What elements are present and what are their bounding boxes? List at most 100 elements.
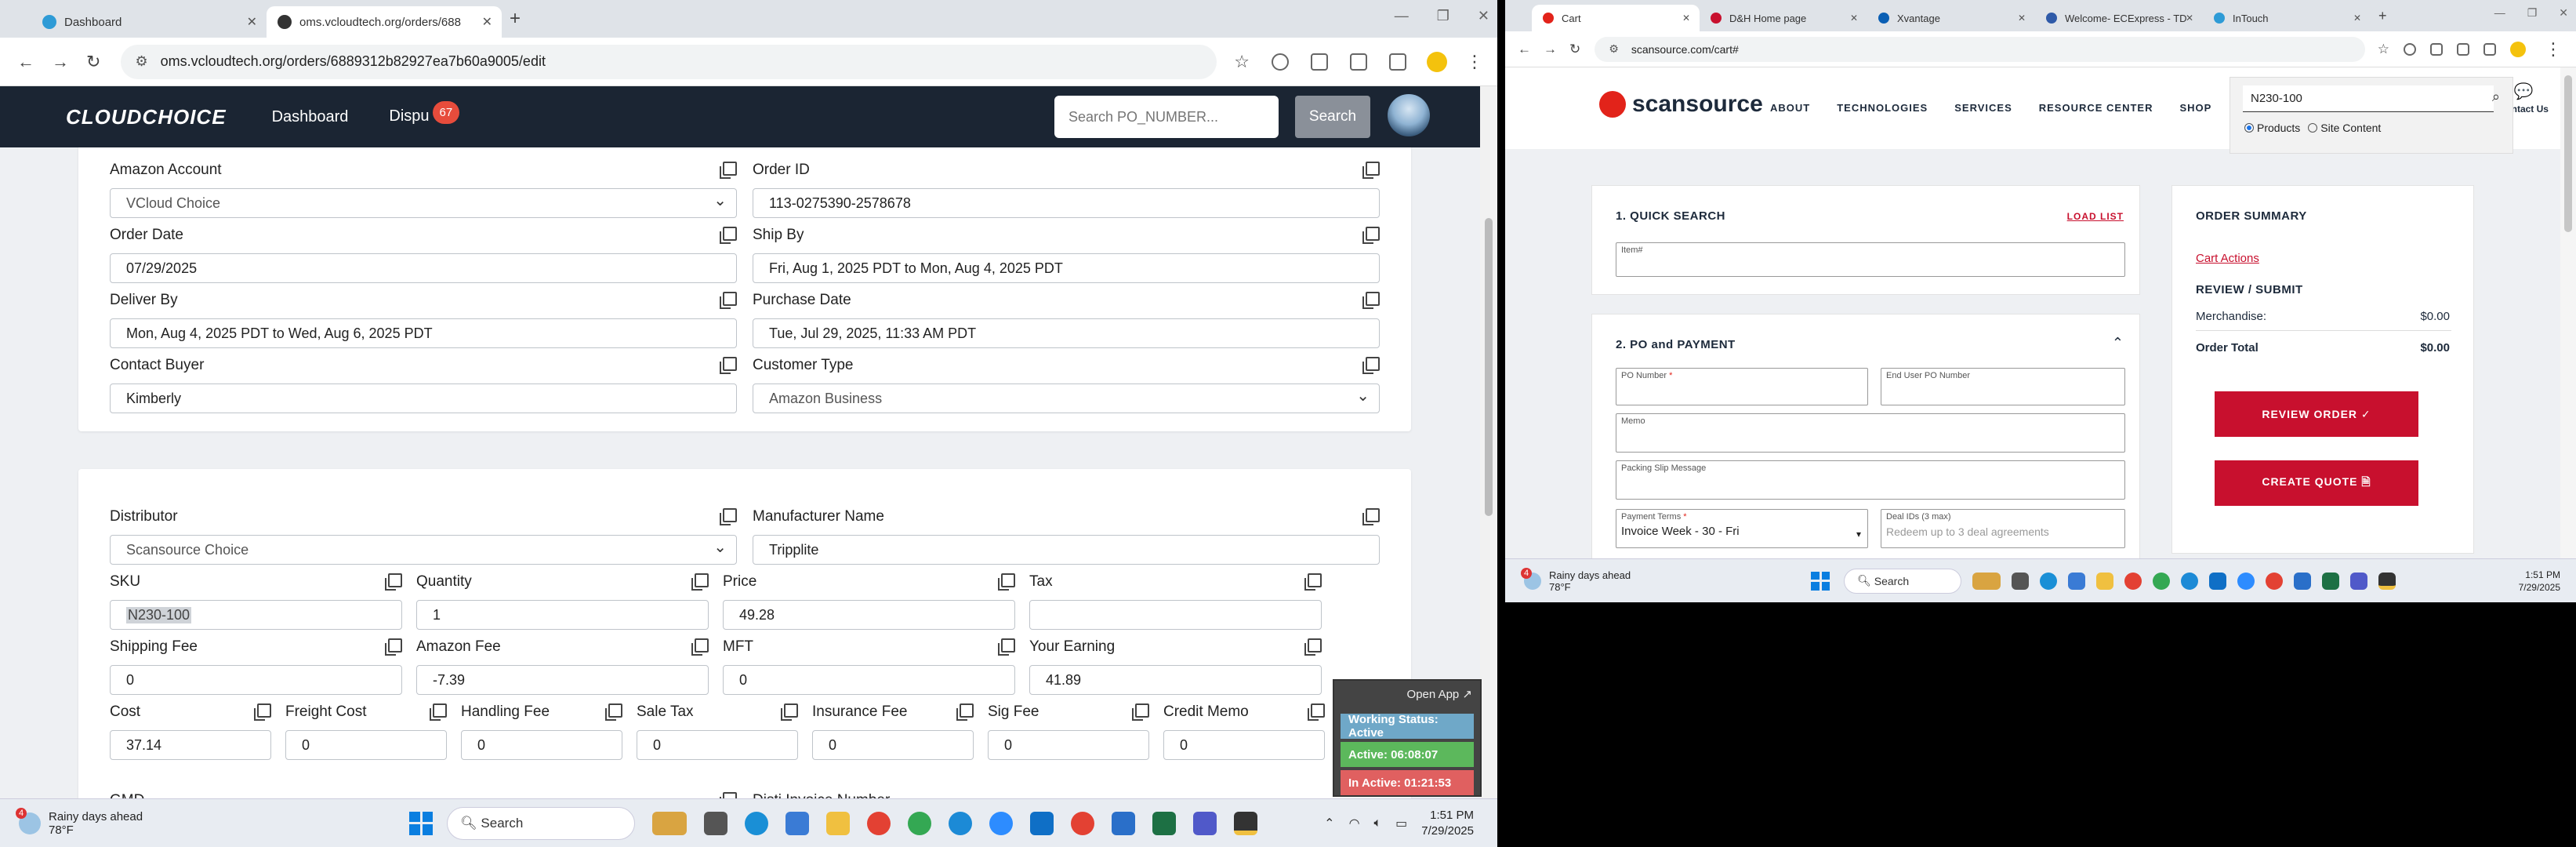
customer-type-select[interactable]: Amazon Business — [753, 384, 1380, 413]
scrollbar-thumb[interactable] — [2564, 75, 2572, 232]
chrome-alt-icon[interactable] — [1071, 811, 1095, 835]
copy-icon[interactable] — [1362, 162, 1380, 179]
amazon-account-select[interactable]: VCloud Choice — [110, 188, 737, 218]
tab-cart[interactable]: Cart ✕ — [1532, 5, 1700, 31]
chevron-up-icon[interactable]: ⌃ — [1324, 816, 1334, 831]
radio-products[interactable]: Products — [2244, 122, 2300, 134]
forward-icon[interactable]: → — [52, 52, 69, 72]
copy-icon[interactable] — [998, 638, 1015, 656]
close-tab-icon[interactable]: ✕ — [1682, 13, 1690, 24]
ship-by-input[interactable]: Fri, Aug 1, 2025 PDT to Mon, Aug 4, 2025… — [753, 253, 1380, 283]
widget-tiger-icon[interactable] — [652, 811, 688, 835]
tab-welcome-ecexpress-td-s[interactable]: Welcome- ECExpress - TD S ✕ — [2035, 5, 2203, 31]
weather-widget[interactable]: 4 Rainy days ahead 78°F — [1521, 567, 1631, 593]
sticky-notes-icon[interactable] — [1234, 811, 1258, 835]
your-earning-input[interactable]: 41.89 — [1029, 665, 1322, 695]
nav-dashboard[interactable]: Dashboard — [272, 108, 349, 126]
price-input[interactable]: 49.28 — [723, 600, 1015, 630]
teams-chat-icon[interactable] — [2040, 572, 2058, 590]
create-quote-button[interactable]: CREATE QUOTE 🗎 — [2215, 460, 2418, 506]
deliver-by-input[interactable]: Mon, Aug 4, 2025 PDT to Wed, Aug 6, 2025… — [110, 318, 737, 348]
freight-cost-input[interactable]: 0 — [285, 730, 447, 760]
outlook-icon[interactable] — [1030, 811, 1054, 835]
insurance-fee-input[interactable]: 0 — [812, 730, 974, 760]
tab-intouch[interactable]: InTouch ✕ — [2203, 5, 2371, 31]
item-number-input[interactable]: Item# — [1616, 242, 2125, 277]
volume-icon[interactable]: 🔈︎ — [1374, 816, 1382, 831]
excel-icon[interactable] — [2322, 572, 2340, 590]
cart-actions-link[interactable]: Cart Actions — [2196, 252, 2259, 265]
menu-kebab-icon[interactable]: ⋮ — [1466, 52, 1483, 72]
clock[interactable]: 1:51 PM 7/29/2025 — [2519, 569, 2560, 594]
chrome-profile-icon[interactable] — [908, 811, 932, 835]
copy-icon[interactable] — [720, 292, 737, 309]
po-number-input[interactable]: PO Number * — [1616, 368, 1868, 405]
nav-about[interactable]: ABOUT — [1770, 102, 1810, 114]
reload-icon[interactable]: ↻ — [86, 52, 100, 72]
profile-avatar-icon[interactable] — [1427, 51, 1447, 72]
copy-icon[interactable] — [720, 357, 737, 374]
forward-icon[interactable]: → — [1544, 42, 1557, 57]
end-user-po-input[interactable]: End User PO Number — [1881, 368, 2125, 405]
wifi-icon[interactable]: ◠ — [1349, 816, 1360, 831]
nav-services[interactable]: SERVICES — [1954, 102, 2012, 114]
close-tab-icon[interactable]: ✕ — [2018, 13, 2026, 24]
reload-icon[interactable]: ↻ — [1569, 42, 1580, 57]
sku-input[interactable]: N230-100 — [110, 600, 402, 630]
copy-icon[interactable] — [720, 792, 737, 798]
tab-xvantage[interactable]: Xvantage ✕ — [1867, 5, 2035, 31]
taskbar-search[interactable]: 🔍︎ Search — [1844, 568, 1962, 594]
close-tab-icon[interactable]: ✕ — [482, 14, 492, 30]
back-icon[interactable]: ← — [1518, 42, 1531, 57]
taskbar-search[interactable]: 🔍︎ Search — [447, 806, 636, 840]
packing-slip-textarea[interactable]: Packing Slip Message — [1616, 460, 2125, 500]
bookmark-star-icon[interactable]: ☆ — [1234, 52, 1250, 72]
handling-fee-input[interactable]: 0 — [461, 730, 622, 760]
sticky-notes-icon[interactable] — [2378, 572, 2396, 590]
chrome-icon[interactable] — [2124, 572, 2142, 590]
copy-icon[interactable] — [254, 703, 271, 721]
file-explorer-icon[interactable] — [826, 811, 851, 835]
close-tab-icon[interactable]: ✕ — [2353, 13, 2361, 24]
edge-icon[interactable] — [949, 811, 973, 835]
copy-icon[interactable] — [781, 703, 798, 721]
open-app-link[interactable]: Open App ↗ — [1334, 681, 1480, 711]
maximize-icon[interactable]: ❐ — [2527, 6, 2538, 20]
copy-icon[interactable] — [956, 703, 974, 721]
widget-tiger-icon[interactable] — [1972, 572, 2001, 590]
copy-icon[interactable] — [720, 227, 737, 244]
search-icon[interactable]: ⌕ — [2492, 89, 2500, 105]
calculator-icon[interactable] — [2068, 572, 2086, 590]
tab-dashboard[interactable]: Dashboard ✕ — [31, 6, 267, 38]
reading-mode-icon[interactable] — [1311, 53, 1328, 71]
order-id-input[interactable]: 113-0275390-2578678 — [753, 188, 1380, 218]
tab-order-edit[interactable]: oms.vcloudtech.org/orders/688 ✕ — [267, 6, 502, 38]
sig-fee-input[interactable]: 0 — [988, 730, 1149, 760]
sale-tax-input[interactable]: 0 — [637, 730, 798, 760]
new-tab-icon[interactable]: + — [2378, 8, 2387, 24]
new-tab-icon[interactable]: + — [510, 8, 521, 30]
copy-icon[interactable] — [1132, 703, 1149, 721]
zoom-icon[interactable] — [2237, 572, 2255, 590]
battery-icon[interactable]: ▭ — [1395, 816, 1407, 831]
teams-icon[interactable] — [2350, 572, 2368, 590]
tax-input[interactable] — [1029, 600, 1322, 630]
payment-terms-select[interactable]: Payment Terms * Invoice Week - 30 - Fri ▾ — [1616, 509, 1868, 548]
chrome-profile-icon[interactable] — [2153, 572, 2171, 590]
copy-icon[interactable] — [720, 508, 737, 525]
copy-icon[interactable] — [720, 162, 737, 179]
minimize-icon[interactable]: — — [2494, 6, 2505, 20]
cloudchoice-logo[interactable]: CLOUDCHOICE — [66, 105, 227, 129]
extension-icon[interactable] — [1272, 53, 1289, 71]
weather-widget[interactable]: 4 Rainy days ahead 78°F — [16, 807, 143, 837]
chrome-icon[interactable] — [867, 811, 891, 835]
copy-icon[interactable] — [385, 573, 402, 591]
credit-memo-input[interactable]: 0 — [1163, 730, 1325, 760]
zoom-icon[interactable] — [989, 811, 1014, 835]
nav-shop[interactable]: SHOP — [2180, 102, 2212, 114]
site-info-icon[interactable]: ⚙ — [135, 53, 147, 70]
tab-d-h-home-page[interactable]: D&H Home page ✕ — [1700, 5, 1867, 31]
copy-icon[interactable] — [1308, 703, 1325, 721]
site-search-input[interactable]: N230-100 — [2243, 85, 2494, 112]
cost-input[interactable]: 37.14 — [110, 730, 271, 760]
